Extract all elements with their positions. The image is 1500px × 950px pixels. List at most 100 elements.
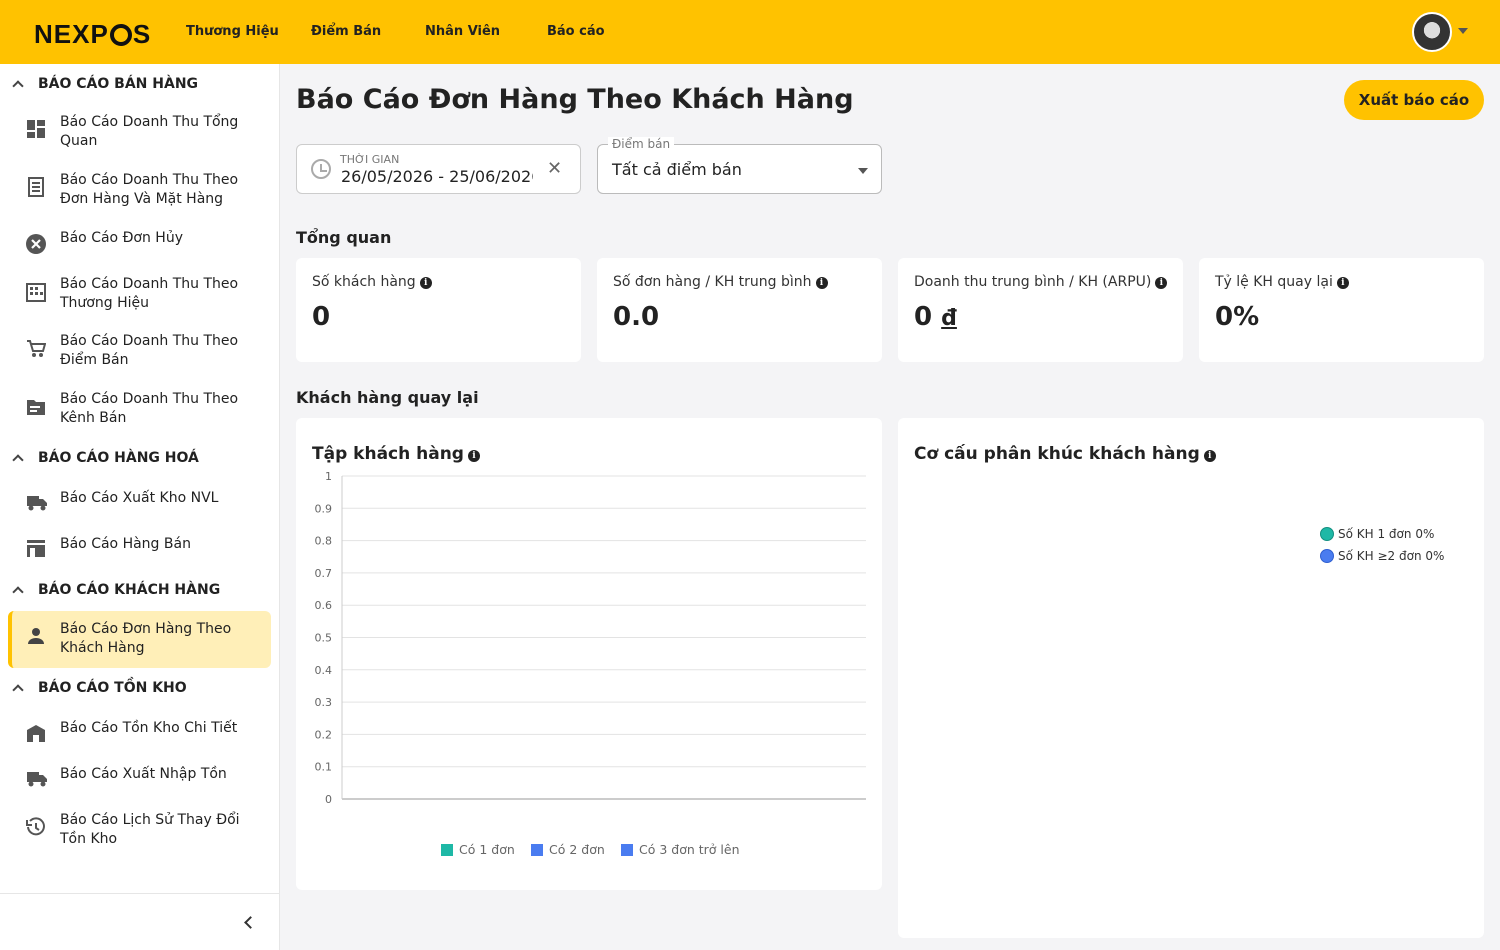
y-tick-label: 0.1	[315, 761, 333, 774]
y-tick-label: 0.6	[315, 599, 333, 612]
legend-dot	[1320, 549, 1334, 563]
sidebar-item-doanh-thu-don-hang[interactable]: Báo Cáo Doanh Thu Theo Đơn Hàng Và Mặt H…	[8, 170, 271, 210]
y-tick-label: 0	[325, 793, 332, 806]
chevron-up-icon	[12, 454, 24, 466]
sidebar-item-hang-ban[interactable]: Báo Cáo Hàng Bán	[8, 534, 271, 564]
kpi-label-wrap: Số khách hàng i	[312, 274, 432, 290]
sidebar-section-khach-hang[interactable]: BÁO CÁO KHÁCH HÀNG	[0, 572, 280, 608]
sidebar-section-ton-kho[interactable]: BÁO CÁO TỒN KHO	[0, 670, 280, 706]
sidebar-item-label: Báo Cáo Hàng Bán	[60, 536, 191, 552]
history-icon	[26, 817, 45, 836]
warehouse-icon	[27, 725, 45, 742]
legend-value: 0%	[1415, 527, 1435, 541]
legend-item[interactable]: Có 1 đơn	[441, 842, 515, 857]
sidebar-item-doanh-thu-kenh-ban[interactable]: Báo Cáo Doanh Thu Theo Kênh Bán	[8, 389, 271, 429]
sidebar-item-label: Báo Cáo Doanh Thu Theo Đơn Hàng Và Mặt H…	[60, 172, 239, 207]
sidebar-item-label: Báo Cáo Lịch Sử Thay Đổi Tồn Kho	[60, 812, 240, 847]
info-icon[interactable]: i	[1336, 277, 1349, 289]
pie-legend-item[interactable]: Số KH ≥2 đơn 0%	[1320, 549, 1444, 563]
chevron-up-icon	[12, 586, 24, 598]
store-select[interactable]: Điểm bán Tất cả điểm bán	[597, 137, 882, 194]
y-tick-label: 0.9	[315, 502, 333, 515]
avatar[interactable]	[1412, 12, 1452, 52]
sidebar-item-label: Báo Cáo Đơn Hủy	[60, 230, 183, 246]
kpi-label-wrap: Số đơn hàng / KH trung bình i	[613, 274, 828, 290]
legend-value: 0%	[1425, 549, 1445, 563]
sidebar-footer	[0, 893, 280, 950]
nexpos-logo[interactable]: NEXP S	[34, 19, 151, 50]
y-tick-label: 0.4	[315, 664, 333, 677]
nav-diem-ban[interactable]: Điểm Bán	[311, 24, 381, 39]
section-title: BÁO CÁO BÁN HÀNG	[38, 76, 199, 92]
sidebar-item-label: Báo Cáo Xuất Nhập Tồn	[60, 766, 227, 782]
kpi-value: 0%	[1215, 302, 1260, 332]
card-title: Cơ cấu phân khúc khách hàng	[914, 444, 1200, 464]
returning-customers-title: Khách hàng quay lại	[296, 388, 479, 407]
sidebar-item-xuat-kho-nvl[interactable]: Báo Cáo Xuất Kho NVL	[8, 488, 271, 518]
sidebar-item-ton-kho-chi-tiet[interactable]: Báo Cáo Tồn Kho Chi Tiết	[8, 718, 271, 748]
building-icon	[26, 283, 46, 302]
export-report-button[interactable]: Xuất báo cáo	[1344, 80, 1484, 120]
y-tick-label: 0.8	[315, 535, 333, 548]
chevron-up-icon	[12, 684, 24, 696]
kpi-card-arpu: Doanh thu trung bình / KH (ARPU) i 0 đ	[898, 258, 1183, 362]
sidebar-item-xuat-nhap-ton[interactable]: Báo Cáo Xuất Nhập Tồn	[8, 764, 271, 794]
top-navbar: NEXP S Thương Hiệu Điểm Bán Nhân Viên Báo…	[0, 0, 1500, 64]
sidebar-item-doanh-thu-diem-ban[interactable]: Báo Cáo Doanh Thu Theo Điểm Bán	[8, 331, 271, 371]
kpi-value: 0.0	[613, 302, 660, 332]
page-title: Báo Cáo Đơn Hàng Theo Khách Hàng	[296, 84, 854, 115]
y-tick-label: 0.3	[315, 696, 333, 709]
legend-swatch	[531, 843, 543, 856]
kpi-card-return-rate: Tỷ lệ KH quay lại i 0%	[1199, 258, 1484, 362]
chevron-up-icon	[12, 80, 24, 92]
sidebar-item-label: Báo Cáo Xuất Kho NVL	[60, 490, 219, 506]
sidebar-item-doanh-thu-thuong-hieu[interactable]: Báo Cáo Doanh Thu Theo Thương Hiệu	[8, 274, 271, 314]
legend-label: Có 3 đơn trở lên	[639, 842, 740, 857]
date-range-input[interactable]	[341, 167, 533, 186]
cart-icon	[27, 340, 46, 357]
kpi-label: Tỷ lệ KH quay lại	[1215, 274, 1333, 290]
card-title-wrap: Cơ cấu phân khúc khách hàng i	[914, 444, 1216, 464]
y-tick-label: 0.7	[315, 567, 333, 580]
kpi-card-orders-per-customer: Số đơn hàng / KH trung bình i 0.0	[597, 258, 882, 362]
info-icon[interactable]: i	[1155, 277, 1168, 289]
chevron-down-icon	[858, 168, 868, 174]
sidebar-item-label: Báo Cáo Tồn Kho Chi Tiết	[60, 720, 238, 736]
truck-icon	[27, 772, 47, 787]
info-icon[interactable]: i	[419, 277, 432, 289]
chevron-down-icon[interactable]	[1458, 28, 1468, 34]
nav-nhan-vien[interactable]: Nhân Viên	[425, 24, 500, 39]
date-range-picker[interactable]: THỜI GIAN ✕	[296, 144, 581, 194]
pie-legend-item[interactable]: Số KH 1 đơn 0%	[1320, 527, 1434, 541]
dashboard-icon	[27, 120, 45, 138]
legend-dot	[1320, 527, 1334, 541]
truck-icon	[27, 496, 47, 511]
info-icon[interactable]: i	[1203, 450, 1216, 462]
info-icon[interactable]: i	[815, 277, 828, 289]
nav-thuong-hieu[interactable]: Thương Hiệu	[186, 24, 279, 39]
currency-unit: đ	[941, 306, 957, 331]
sidebar-section-hang-hoa[interactable]: BÁO CÁO HÀNG HOÁ	[0, 440, 280, 476]
overview-title: Tổng quan	[296, 228, 392, 247]
receipt-icon	[28, 177, 44, 197]
chevron-left-icon[interactable]	[244, 916, 257, 929]
sidebar-section-ban-hang[interactable]: BÁO CÁO BÁN HÀNG	[0, 66, 280, 102]
kpi-label-wrap: Tỷ lệ KH quay lại i	[1215, 274, 1349, 290]
y-tick-label: 0.2	[315, 728, 333, 741]
folder-icon	[27, 400, 45, 415]
y-tick-label: 0.5	[315, 632, 333, 645]
close-icon[interactable]: ✕	[547, 158, 562, 179]
sidebar-item-don-huy[interactable]: Báo Cáo Đơn Hủy	[8, 228, 271, 258]
cancel-icon	[26, 234, 46, 254]
legend-label: Có 2 đơn	[549, 842, 605, 857]
legend-item[interactable]: Có 2 đơn	[531, 842, 605, 857]
sidebar-item-don-hang-khach-hang[interactable]: Báo Cáo Đơn Hàng Theo Khách Hàng	[8, 611, 271, 668]
bar-chart: 0 0.1 0.2 0.3 0.4 0.5 0.6 0.7 0.8 0.9 1	[315, 470, 866, 806]
sidebar-item-lich-su-ton-kho[interactable]: Báo Cáo Lịch Sử Thay Đổi Tồn Kho	[8, 810, 271, 850]
nav-bao-cao[interactable]: Báo cáo	[547, 24, 605, 39]
sidebar-item-label: Báo Cáo Doanh Thu Theo Điểm Bán	[60, 333, 239, 368]
sidebar-item-label: Báo Cáo Doanh Thu Theo Thương Hiệu	[60, 276, 239, 311]
legend-item[interactable]: Có 3 đơn trở lên	[621, 842, 740, 857]
sidebar-item-doanh-thu-tong-quan[interactable]: Báo Cáo Doanh Thu Tổng Quan	[8, 112, 271, 152]
sidebar-item-label: Báo Cáo Đơn Hàng Theo Khách Hàng	[60, 621, 232, 656]
